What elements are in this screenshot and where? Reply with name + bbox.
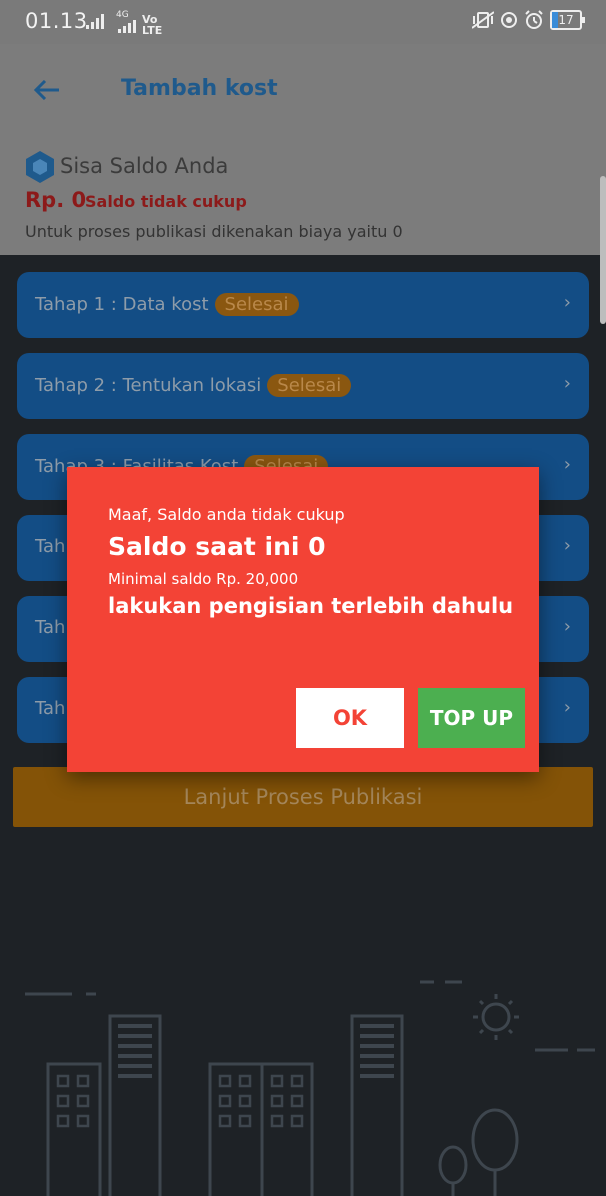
step-label: Tahap 2 : Tentukan lokasi Selesai — [35, 374, 352, 397]
step-label: Tah — [35, 617, 66, 638]
battery-icon: 17 — [550, 10, 585, 30]
header-area: Tambah kost Sisa Saldo Anda Rp. 0 Saldo … — [0, 44, 606, 255]
status-badge: Selesai — [214, 293, 299, 316]
chevron-right-icon: › — [563, 454, 571, 475]
city-illustration — [25, 980, 595, 1196]
saldo-title: Sisa Saldo Anda — [60, 154, 229, 178]
alarm-icon — [525, 10, 543, 29]
status-badge: Selesai — [267, 374, 352, 397]
volte-label: Vo LTE — [142, 13, 163, 37]
signal-icon — [86, 14, 104, 29]
chevron-right-icon: › — [563, 616, 571, 637]
data-saver-icon — [501, 12, 517, 28]
step-card-2[interactable]: Tahap 2 : Tentukan lokasi Selesai › — [17, 353, 589, 419]
saldo-amount: Rp. 0 — [25, 188, 87, 212]
saldo-warning: Saldo tidak cukup — [85, 192, 247, 211]
arrow-left-icon[interactable] — [34, 80, 60, 100]
top-up-button[interactable]: TOP UP — [418, 688, 525, 748]
publish-button[interactable]: Lanjut Proses Publikasi — [13, 767, 593, 827]
fee-note: Untuk proses publikasi dikenakan biaya y… — [25, 222, 403, 241]
step-card-1[interactable]: Tahap 1 : Data kost Selesai › — [17, 272, 589, 338]
chevron-right-icon: › — [563, 535, 571, 556]
dialog-message-3: Minimal saldo Rp. 20,000 — [108, 570, 299, 588]
dialog-message-1: Maaf, Saldo anda tidak cukup — [108, 505, 345, 524]
network-label-1: 4G — [116, 10, 129, 20]
scrollbar[interactable] — [600, 176, 606, 324]
step-label: Tah — [35, 536, 66, 557]
page-title: Tambah kost — [121, 76, 278, 101]
insufficient-balance-dialog: Maaf, Saldo anda tidak cukup Saldo saat … — [67, 467, 539, 772]
step-label: Tah — [35, 698, 66, 719]
step-label: Tahap 1 : Data kost Selesai — [35, 293, 299, 316]
dialog-message-2: Saldo saat ini 0 — [108, 532, 326, 561]
status-bar: 01.13 4G Vo LTE 17 — [0, 0, 606, 44]
chevron-right-icon: › — [563, 697, 571, 718]
dialog-message-4: lakukan pengisian terlebih dahulu — [108, 594, 514, 618]
chevron-right-icon: › — [563, 292, 571, 313]
vibrate-icon — [472, 11, 494, 29]
chevron-right-icon: › — [563, 373, 571, 394]
signal-icon-2 — [118, 20, 136, 33]
ok-button[interactable]: OK — [296, 688, 404, 748]
status-time: 01.13 — [25, 9, 88, 33]
hexagon-logo-icon — [26, 151, 54, 183]
